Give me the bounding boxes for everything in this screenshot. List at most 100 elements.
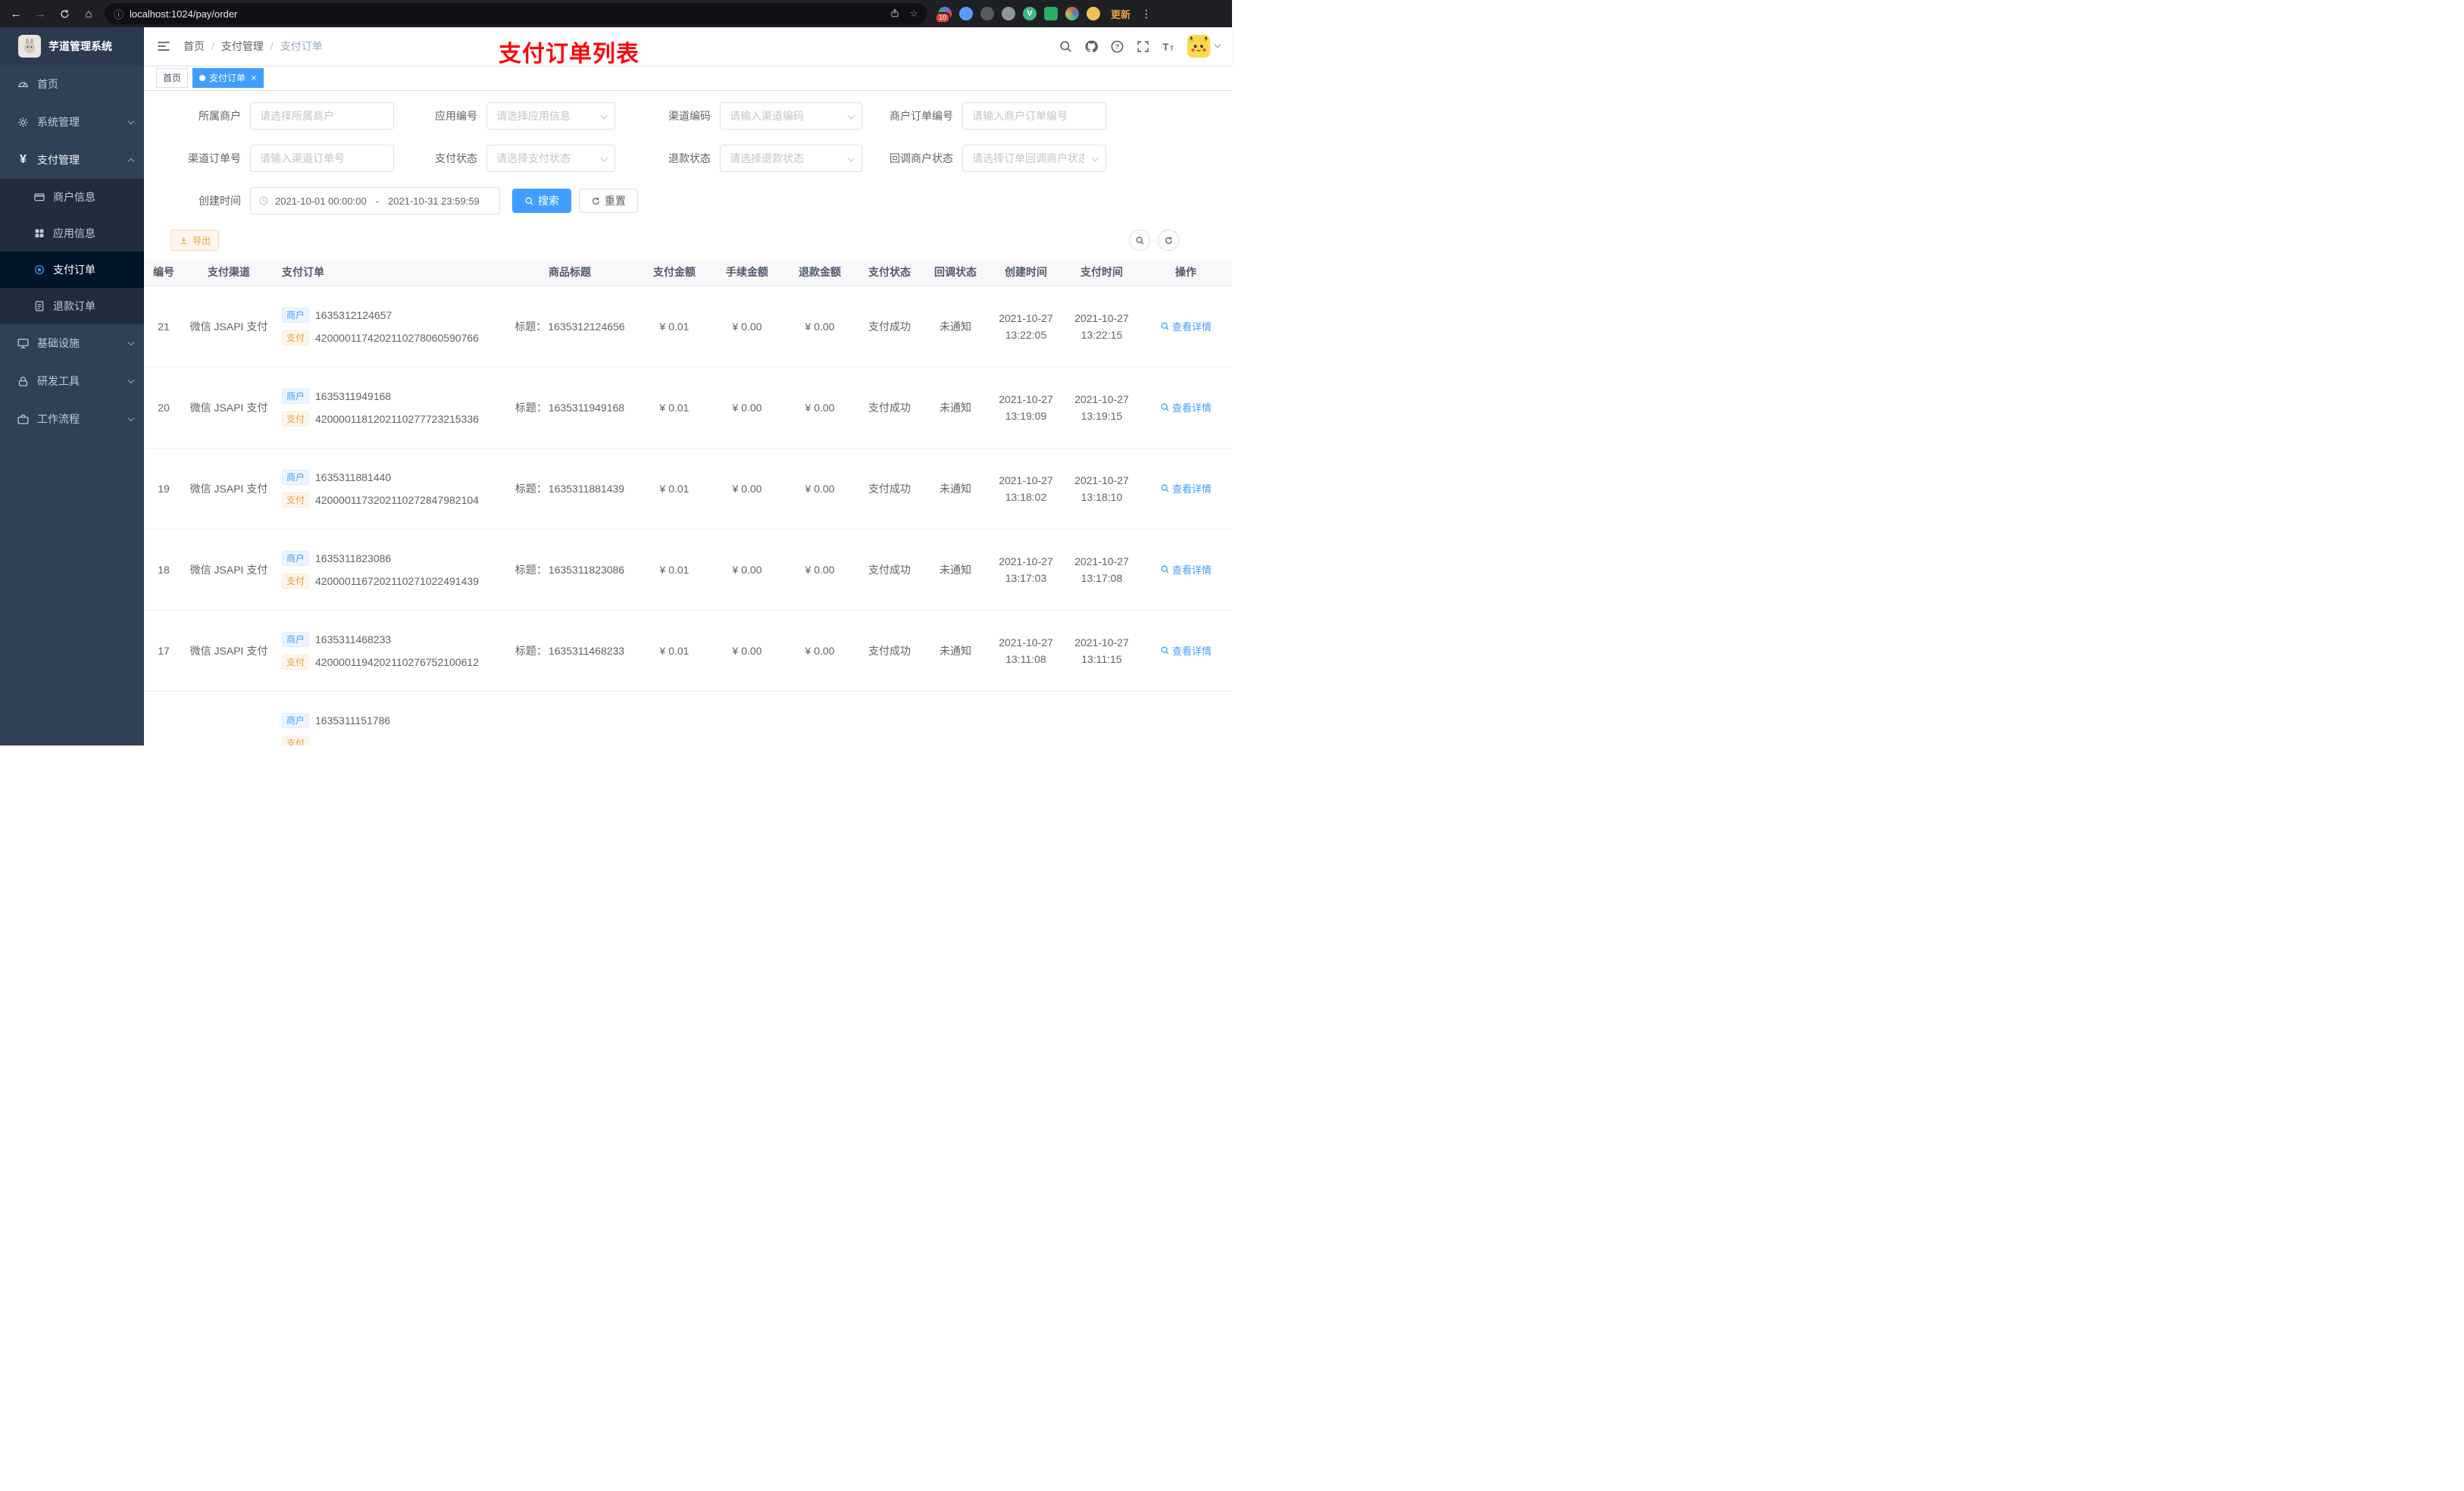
extension-icon-1[interactable]: 10: [935, 7, 952, 23]
cell-actions: 查看详情: [1140, 367, 1232, 449]
channel-order-no-input[interactable]: [250, 145, 394, 172]
search-button[interactable]: 搜索: [512, 189, 571, 213]
sidebar-item-pay-order[interactable]: 支付订单: [0, 252, 144, 288]
search-icon: [1136, 236, 1144, 245]
site-info-icon[interactable]: ⓘ: [114, 7, 124, 21]
top-navbar: 首页 / 支付管理 / 支付订单 支付订单列表 ? T T: [144, 27, 1232, 67]
reset-button[interactable]: 重置: [579, 189, 638, 213]
app-logo-row[interactable]: 芋道管理系统: [0, 27, 144, 65]
refresh-table-button[interactable]: [1158, 230, 1179, 251]
create-time-range-picker[interactable]: 2021-10-01 00:00:00 - 2021-10-31 23:59:5…: [250, 187, 500, 214]
svg-text:T: T: [1170, 45, 1174, 52]
chrome-menu-icon[interactable]: ⋮: [1141, 8, 1152, 20]
search-icon[interactable]: [1058, 39, 1073, 54]
cell-pay-time: 2021-10-27 13:19:15: [1064, 367, 1140, 449]
cell-amount: ¥ 0.01: [638, 367, 711, 449]
view-detail-link[interactable]: 查看详情: [1160, 481, 1212, 495]
app-select[interactable]: [486, 102, 615, 130]
browser-home-icon[interactable]: ⌂: [80, 8, 97, 20]
search-icon: [1161, 403, 1169, 411]
share-icon[interactable]: [890, 8, 900, 20]
extension-icon-2[interactable]: [959, 7, 973, 20]
toggle-search-button[interactable]: [1129, 230, 1150, 251]
extension-icon-8[interactable]: [1087, 7, 1100, 20]
extension-icon-3[interactable]: [980, 7, 994, 20]
tags-view: 首页 支付订单 ×: [144, 65, 1232, 91]
cell-amount: ¥ 0.01: [638, 610, 711, 692]
merchant-order-no: 1635311151786: [315, 714, 391, 727]
breadcrumb-payment[interactable]: 支付管理: [221, 39, 264, 54]
cell-amount: ¥ 0.01: [638, 286, 711, 367]
extension-icon-6[interactable]: [1044, 7, 1058, 20]
export-button[interactable]: 导出: [170, 230, 220, 251]
date-end: 2021-10-31 23:59:59: [388, 195, 480, 207]
sidebar-item-infrastructure[interactable]: 基础设施: [0, 324, 144, 362]
merchant-tag: 商户: [282, 388, 310, 404]
browser-reload-icon[interactable]: [56, 8, 73, 20]
filter-form: 所属商户 应用编号 渠道编码 商户订单编号: [144, 91, 1232, 214]
notify-status-select[interactable]: [962, 145, 1106, 172]
cell-actions: 查看详情: [1140, 529, 1232, 611]
close-icon[interactable]: ×: [251, 73, 257, 83]
help-icon[interactable]: ?: [1110, 39, 1124, 54]
cell-id: 18: [144, 529, 183, 611]
filter-label: 应用编号: [435, 110, 477, 122]
view-detail-link[interactable]: 查看详情: [1160, 562, 1212, 577]
address-bar[interactable]: ⓘ localhost:1024/pay/order ☆: [105, 3, 927, 24]
vue-devtools-icon[interactable]: V: [1023, 7, 1037, 20]
chevron-up-icon: [127, 158, 135, 164]
app-title: 芋道管理系统: [48, 40, 112, 52]
sidebar-item-refund-order[interactable]: 退款订单: [0, 288, 144, 324]
sidebar-item-payment[interactable]: ¥ 支付管理: [0, 141, 144, 179]
chrome-update-button[interactable]: 更新: [1111, 7, 1130, 21]
font-size-icon[interactable]: TT: [1162, 39, 1176, 54]
fullscreen-icon[interactable]: [1136, 39, 1150, 54]
sidebar-item-system[interactable]: 系统管理: [0, 103, 144, 141]
cell-id: 20: [144, 367, 183, 449]
breadcrumb-home[interactable]: 首页: [183, 39, 205, 54]
navbar-actions: ? TT: [1058, 35, 1221, 58]
sidebar-item-dev-tools[interactable]: 研发工具: [0, 362, 144, 400]
cell-pay-order: 商户 1635311468233 支付 42000011942021102767…: [274, 610, 502, 692]
browser-forward-icon[interactable]: →: [32, 8, 48, 20]
search-icon: [525, 197, 533, 205]
merchant-order-no: 1635311881440: [315, 470, 392, 483]
col-pay-order: 支付订单: [274, 259, 502, 286]
channel-code-select[interactable]: [720, 102, 862, 130]
github-icon[interactable]: [1084, 39, 1099, 54]
cell-title: 标题： 1635311468233: [502, 610, 638, 692]
table-row: 20 微信 JSAPI 支付 商户 1635311949168 支付 42000…: [144, 367, 1232, 449]
cell-pay-time: 2021-10-27 13:17:08: [1064, 529, 1140, 611]
hamburger-icon[interactable]: [156, 39, 171, 54]
merchant-order-no-input[interactable]: [962, 102, 1106, 130]
pay-order-no: 4200001194202110276752100612: [315, 655, 479, 668]
merchant-select[interactable]: [250, 102, 394, 130]
refresh-icon: [593, 197, 599, 205]
pay-tag: 支付: [282, 411, 310, 427]
monitor-icon: [17, 338, 29, 349]
table-row: 21 微信 JSAPI 支付 商户 1635312124657 支付 42000…: [144, 286, 1232, 367]
view-detail-link[interactable]: 查看详情: [1160, 319, 1212, 333]
table-body: 21 微信 JSAPI 支付 商户 1635312124657 支付 42000…: [144, 286, 1232, 746]
chevron-down-icon: [127, 414, 135, 421]
col-refund: 退款金额: [783, 259, 856, 286]
cell-id: 17: [144, 610, 183, 692]
user-menu[interactable]: [1187, 35, 1221, 58]
bookmark-star-icon[interactable]: ☆: [909, 8, 918, 20]
browser-back-icon[interactable]: ←: [8, 8, 24, 20]
extension-icon-4[interactable]: [1002, 7, 1015, 20]
sidebar-item-workflow[interactable]: 工作流程: [0, 400, 144, 438]
sidebar-item-app-info[interactable]: 应用信息: [0, 215, 144, 252]
view-detail-link[interactable]: 查看详情: [1160, 400, 1212, 414]
cell-amount: ¥ 0.01: [638, 529, 711, 611]
sidebar-item-merchant-info[interactable]: 商户信息: [0, 179, 144, 215]
refund-status-select[interactable]: [720, 145, 862, 172]
breadcrumb-pay-order: 支付订单: [280, 40, 323, 52]
tab-pay-order[interactable]: 支付订单 ×: [192, 67, 264, 88]
sidebar-item-home[interactable]: 首页: [0, 65, 144, 103]
pay-status-select[interactable]: [486, 145, 615, 172]
tab-home[interactable]: 首页: [156, 67, 189, 88]
col-create-time: 创建时间: [988, 259, 1064, 286]
extension-icon-7[interactable]: [1065, 7, 1079, 20]
view-detail-link[interactable]: 查看详情: [1160, 643, 1212, 658]
